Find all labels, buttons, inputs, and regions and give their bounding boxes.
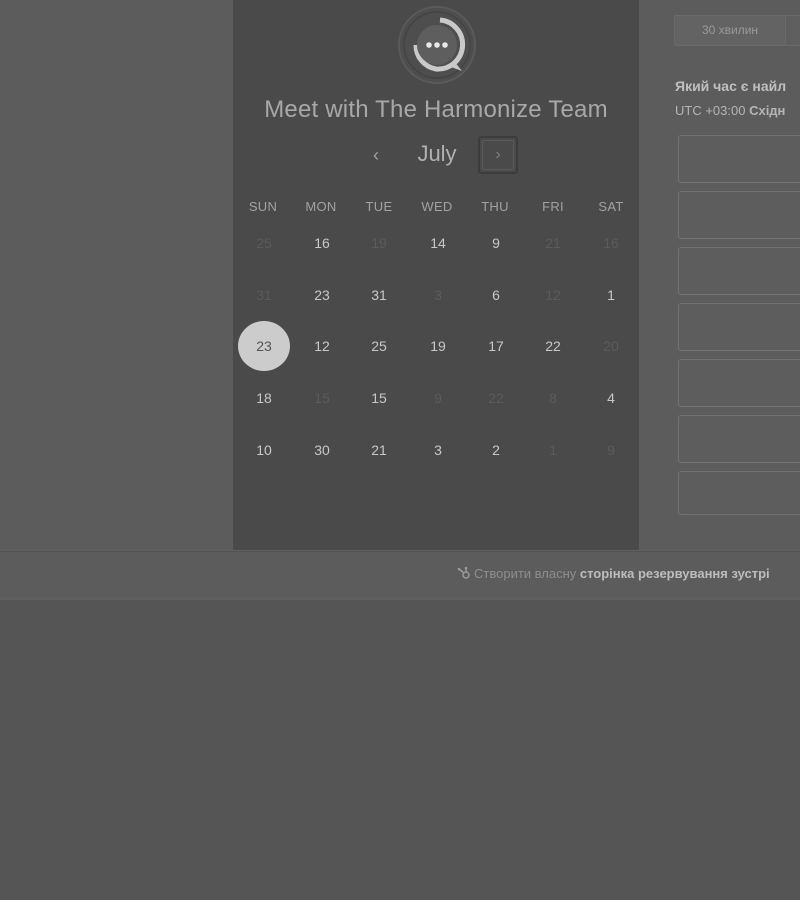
calendar-day: 3	[434, 287, 442, 303]
weekday-tue: TUE	[365, 199, 393, 214]
weekday-header: SUN MON TUE WED THU FRI SAT	[233, 199, 639, 217]
page-title: Meet with The Harmonize Team	[264, 96, 608, 123]
calendar-day: 16	[603, 235, 619, 251]
calendar-day: 31	[256, 287, 272, 303]
calendar-day: 25	[256, 235, 272, 251]
chat-bubble-icon	[398, 6, 476, 84]
calendar-day[interactable]: 22	[528, 321, 578, 371]
time-slot[interactable]	[678, 135, 800, 183]
calendar-day[interactable]: 6	[471, 270, 521, 320]
footer-left	[0, 551, 233, 598]
calendar-day[interactable]: 31	[354, 270, 404, 320]
calendar-day-selected[interactable]: 23	[238, 321, 290, 371]
calendar-day[interactable]: 19	[413, 321, 463, 371]
duration-tab-30[interactable]: 30 хвилин	[674, 15, 786, 46]
weekday-wed: WED	[421, 199, 453, 214]
calendar-day[interactable]: 18	[239, 373, 289, 423]
weekday-thu: THU	[481, 199, 509, 214]
create-booking-page-link[interactable]: Створити власну сторінка резервування зу…	[457, 566, 770, 581]
calendar-day: 15	[314, 390, 330, 406]
next-month-button[interactable]: ›	[478, 136, 518, 174]
hubspot-sprocket-icon	[457, 566, 470, 579]
duration-tab-next[interactable]	[785, 15, 800, 46]
calendar-day: 22	[488, 390, 504, 406]
calendar-day: 21	[545, 235, 561, 251]
month-navigation: ‹ July ›	[233, 136, 639, 174]
calendar-day[interactable]: 30	[297, 425, 347, 475]
calendar-day[interactable]: 2	[471, 425, 521, 475]
previous-month-button[interactable]: ‹	[361, 140, 391, 170]
time-slot[interactable]	[678, 191, 800, 239]
calendar-day: 19	[371, 235, 387, 251]
calendar-day[interactable]: 4	[586, 373, 636, 423]
calendar-day[interactable]: 3	[413, 425, 463, 475]
calendar-day[interactable]: 25	[354, 321, 404, 371]
calendar-panel: Meet with The Harmonize Team ‹ July › SU…	[233, 0, 639, 550]
weekday-sat: SAT	[598, 199, 624, 214]
weekday-fri: FRI	[542, 199, 564, 214]
calendar-day[interactable]: 16	[297, 218, 347, 268]
left-panel	[0, 0, 234, 549]
calendar-day[interactable]: 1	[586, 270, 636, 320]
footer-text-plain: Створити власну	[474, 566, 580, 581]
time-slot[interactable]	[678, 303, 800, 351]
month-label: July	[417, 141, 457, 166]
footer: Створити власну сторінка резервування зу…	[233, 551, 800, 598]
time-slot[interactable]	[678, 247, 800, 295]
booking-panel: 30 хвилин Який час є найл UTC +03:00 Схі…	[639, 0, 800, 549]
calendar-day[interactable]: 17	[471, 321, 521, 371]
footer-text-bold: сторінка резервування зустрі	[579, 566, 770, 581]
time-question: Який час є найл	[675, 78, 787, 94]
timezone-name: Східн	[749, 103, 786, 118]
calendar-day[interactable]: 21	[354, 425, 404, 475]
calendar-day[interactable]: 9	[471, 218, 521, 268]
weekday-sun: SUN	[248, 199, 278, 214]
calendar-day[interactable]: 14	[413, 218, 463, 268]
calendar-day[interactable]: 10	[239, 425, 289, 475]
calendar-day: 20	[603, 338, 619, 354]
calendar-day: 8	[549, 390, 557, 406]
calendar-day: 1	[549, 442, 557, 458]
calendar-day[interactable]: 12	[297, 321, 347, 371]
calendar-day: 9	[434, 390, 442, 406]
calendar-day[interactable]: 23	[297, 270, 347, 320]
calendar-day: 9	[607, 442, 615, 458]
weekday-mon: MON	[305, 199, 337, 214]
calendar-day: 12	[545, 287, 561, 303]
timezone-offset: UTC +03:00	[675, 103, 750, 118]
calendar-day[interactable]: 15	[354, 373, 404, 423]
timezone-selector[interactable]: UTC +03:00 Східн	[675, 103, 785, 118]
time-slot[interactable]	[678, 359, 800, 407]
time-slot[interactable]	[678, 415, 800, 463]
time-slot[interactable]	[678, 471, 800, 515]
